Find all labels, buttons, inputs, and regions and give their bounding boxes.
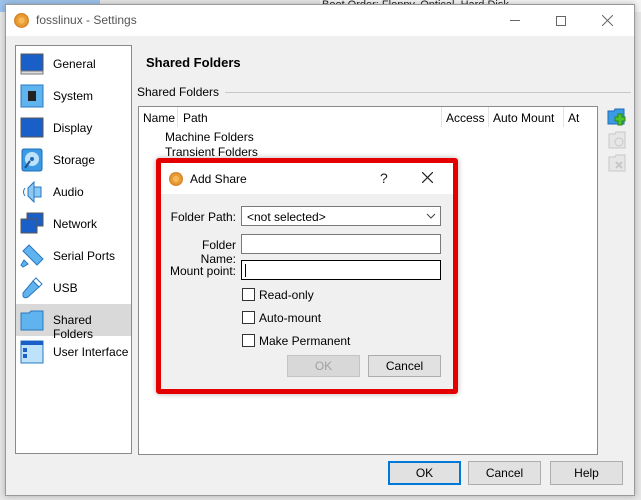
sidebar-item-audio[interactable]: Audio [16,176,131,208]
maximize-button[interactable] [538,5,584,36]
table-row[interactable]: Machine Folders [165,130,254,144]
cancel-button[interactable]: Cancel [468,461,541,485]
folder-name-input[interactable] [241,234,441,254]
dialog-cancel-button[interactable]: Cancel [368,355,441,377]
mount-point-input[interactable] [241,260,441,280]
sidebar-item-system[interactable]: System [16,80,131,112]
serial-ports-icon [20,244,44,268]
checkbox-label: Make Permanent [259,334,351,348]
table-row[interactable]: Transient Folders [165,145,258,159]
sidebar-item-serial-ports[interactable]: Serial Ports [16,240,131,272]
sidebar-item-user-interface[interactable]: User Interface [16,336,131,368]
edit-shared-folder-button[interactable] [607,130,627,150]
title-bar: fosslinux - Settings [6,5,634,36]
column-header-auto-mount[interactable]: Auto Mount [493,111,554,125]
dialog-title: Add Share [190,172,247,186]
dialog-title-bar: Add Share ? [161,163,453,194]
checkbox-label: Auto-mount [259,311,322,325]
column-separator [563,107,564,127]
sidebar-item-usb[interactable]: USB [16,272,131,304]
window-title: fosslinux - Settings [36,13,137,27]
close-icon[interactable] [421,168,434,188]
sidebar-item-display[interactable]: Display [16,112,131,144]
minimize-icon [510,20,520,21]
table-header: Name Path Access Auto Mount At [139,107,597,127]
close-button[interactable] [584,5,630,36]
column-separator [177,107,178,127]
column-separator [488,107,489,127]
group-label: Shared Folders [137,85,226,99]
sidebar-item-label: User Interface [53,345,129,359]
page-title: Shared Folders [146,55,241,70]
sidebar-item-label: Serial Ports [53,249,116,263]
help-icon[interactable]: ? [380,170,388,186]
virtualbox-app-icon [169,172,183,186]
system-icon [20,84,44,108]
virtualbox-app-icon [14,13,29,28]
checkbox-box[interactable] [242,311,255,324]
sidebar-item-label: Audio [53,185,84,199]
sidebar-item-label: Network [53,217,98,231]
shared-folders-icon [20,310,44,331]
add-shared-folder-icon [607,108,626,126]
ok-button[interactable]: OK [388,461,461,485]
usb-icon [22,277,43,299]
column-separator [441,107,442,127]
close-icon [601,15,613,26]
checkbox-label: Read-only [259,288,314,302]
folder-path-value: <not selected> [247,210,326,224]
add-shared-folder-button[interactable] [607,107,627,127]
sidebar-item-storage[interactable]: Storage [16,144,131,176]
chevron-down-icon [426,213,436,219]
remove-shared-folder-icon [608,154,626,172]
add-share-dialog: Add Share ? Folder Path: <not selected> … [161,163,453,389]
sidebar-item-label: Display [53,121,93,135]
sidebar-item-network[interactable]: Network [16,208,131,240]
sidebar-item-shared-folders[interactable]: Shared Folders [16,304,131,341]
storage-icon [21,148,43,172]
dialog-ok-button[interactable]: OK [287,355,360,377]
folder-path-label: Folder Path: [170,210,236,224]
text-caret [245,264,246,277]
network-icon [20,212,44,234]
folder-name-label: Folder Name: [200,238,236,266]
group-divider [216,92,631,93]
column-header-name[interactable]: Name [143,111,175,125]
settings-sidebar: General System Display Storage Audio Net… [15,45,132,454]
sidebar-item-label: General [53,57,96,71]
checkbox-box[interactable] [242,288,255,301]
sidebar-item-label: USB [53,281,78,295]
general-icon [20,53,44,75]
help-button[interactable]: Help [550,461,623,485]
user-interface-icon [20,340,44,364]
remove-shared-folder-button[interactable] [607,153,627,173]
column-header-path[interactable]: Path [183,111,208,125]
sidebar-item-general[interactable]: General [16,48,131,80]
audio-icon [23,180,42,204]
sidebar-item-label: System [53,89,94,103]
display-icon [20,117,44,138]
edit-shared-folder-icon [608,131,626,149]
sidebar-item-label: Storage [53,153,96,167]
minimize-button[interactable] [492,5,538,36]
checkbox-box[interactable] [242,334,255,347]
column-header-at[interactable]: At [568,111,579,125]
column-header-access[interactable]: Access [446,111,485,125]
folder-path-select[interactable]: <not selected> [241,206,441,226]
mount-point-label: Mount point: [169,264,236,278]
maximize-icon [556,15,566,26]
